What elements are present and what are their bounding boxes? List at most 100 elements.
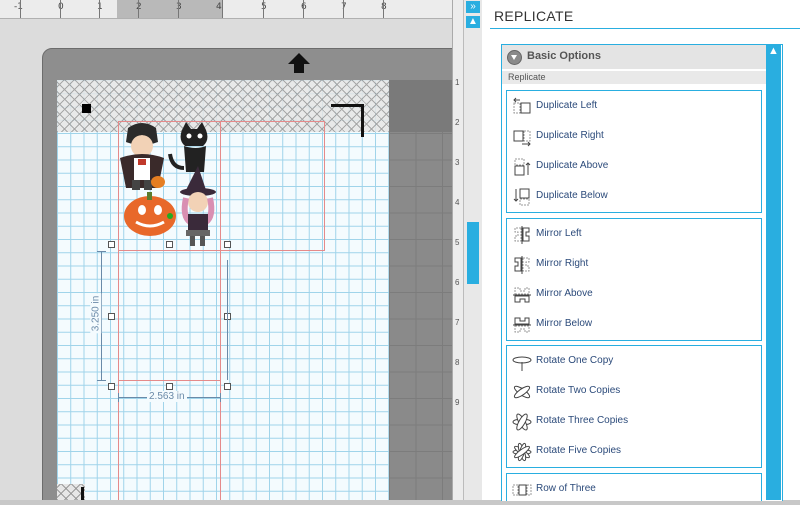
ruler-tick xyxy=(383,0,384,18)
resize-handle[interactable] xyxy=(224,241,231,248)
subsection-header: Replicate xyxy=(502,71,766,84)
rotate-five-copies-button[interactable]: Rotate Five Copies xyxy=(507,437,761,467)
duplicate-left-label: Duplicate Left xyxy=(536,100,598,111)
ruler-tick xyxy=(178,0,179,18)
mirror-above-icon xyxy=(513,287,531,303)
duplicate-right-label: Duplicate Right xyxy=(536,130,604,141)
resize-handle[interactable] xyxy=(108,241,115,248)
ruler-tick xyxy=(99,0,100,18)
ruler-number: 2 xyxy=(455,118,460,127)
row-of-three-label: Row of Three xyxy=(536,483,596,494)
ruler-number: 9 xyxy=(455,398,460,407)
width-dimension-side xyxy=(227,260,228,380)
ruler-number: 8 xyxy=(455,358,460,367)
subsection-title: Replicate xyxy=(508,72,546,82)
pumpkin-icon xyxy=(124,192,176,236)
corner-registration-mark xyxy=(331,104,364,137)
duplicate-left-button[interactable]: Duplicate Left xyxy=(507,92,761,122)
row-group: Row of Three xyxy=(506,473,762,501)
title-divider xyxy=(490,28,800,29)
rotate-one-icon xyxy=(512,356,532,371)
resize-handle[interactable] xyxy=(224,383,231,390)
duplicate-above-icon xyxy=(514,158,531,176)
design-canvas[interactable]: 3.250 in 2.563 in -1 0 1 2 3 4 5 6 7 8 1… xyxy=(0,0,463,500)
witch-icon xyxy=(180,166,216,246)
scroll-up-icon[interactable]: ▲ xyxy=(768,46,779,57)
duplicate-group: Duplicate Left Duplicate Right Duplicate… xyxy=(506,90,762,213)
height-dimension-cap xyxy=(97,251,106,252)
mirror-below-button[interactable]: Mirror Below xyxy=(507,310,761,340)
side-ruler[interactable]: 1 2 3 4 5 6 7 8 9 xyxy=(452,0,463,500)
duplicate-right-button[interactable]: Duplicate Right xyxy=(507,122,761,152)
ruler-number: 4 xyxy=(216,2,222,12)
ruler-number: 7 xyxy=(455,318,460,327)
ruler-tick xyxy=(343,0,344,18)
registration-mark xyxy=(82,104,91,113)
resize-handle[interactable] xyxy=(166,383,173,390)
collapse-chevron-icon[interactable] xyxy=(507,50,522,65)
rotate-one-copy-button[interactable]: Rotate One Copy xyxy=(507,347,761,377)
row-of-three-button[interactable]: Row of Three xyxy=(507,475,761,505)
load-direction-arrow-icon xyxy=(288,53,310,73)
bottom-registration-mark xyxy=(81,487,84,500)
row-of-three-icon xyxy=(512,484,532,496)
ruler-tick xyxy=(222,0,223,18)
panel-scrollbar[interactable]: ▲ xyxy=(766,45,781,500)
height-dimension-cap xyxy=(97,380,106,381)
ruler-number: 4 xyxy=(455,198,460,207)
rotate-two-copies-button[interactable]: Rotate Two Copies xyxy=(507,377,761,407)
height-dimension-label: 3.250 in xyxy=(90,293,102,334)
page-outline xyxy=(118,380,220,381)
duplicate-below-icon xyxy=(513,188,530,206)
duplicate-above-label: Duplicate Above xyxy=(536,160,609,171)
canvas-scroll-thumb[interactable] xyxy=(467,222,479,284)
duplicate-left-icon xyxy=(513,97,531,114)
mirror-right-label: Mirror Right xyxy=(536,258,589,269)
ruler-tick xyxy=(20,0,21,18)
rotate-one-copy-label: Rotate One Copy xyxy=(536,355,614,366)
ruler-tick xyxy=(263,0,264,18)
basic-options-header[interactable]: Basic Options xyxy=(502,45,766,69)
ruler-tick xyxy=(60,0,61,18)
panel-toggle-strip: » ▲ xyxy=(463,0,483,500)
section-title: Basic Options xyxy=(527,50,601,62)
mirror-right-button[interactable]: Mirror Right xyxy=(507,250,761,280)
mirror-left-label: Mirror Left xyxy=(536,228,582,239)
halloween-artwork[interactable] xyxy=(112,118,224,250)
vampire-icon xyxy=(120,123,165,190)
width-dimension-label: 2.563 in xyxy=(147,391,187,402)
ruler-number: 5 xyxy=(455,238,460,247)
mirror-left-icon xyxy=(514,226,530,244)
top-ruler[interactable]: -1 0 1 2 3 4 5 6 7 8 xyxy=(0,0,463,19)
ruler-number: 3 xyxy=(455,158,460,167)
rotate-three-copies-button[interactable]: Rotate Three Copies xyxy=(507,407,761,437)
mirror-above-button[interactable]: Mirror Above xyxy=(507,280,761,310)
rotate-five-icon xyxy=(512,442,532,462)
collapse-panel-button[interactable]: » xyxy=(466,1,480,13)
mirror-below-icon xyxy=(513,317,531,333)
rotate-five-copies-label: Rotate Five Copies xyxy=(536,445,622,456)
width-dimension-cap xyxy=(118,393,119,402)
resize-handle[interactable] xyxy=(108,383,115,390)
mirror-above-label: Mirror Above xyxy=(536,288,593,299)
duplicate-below-label: Duplicate Below xyxy=(536,190,608,201)
mirror-left-button[interactable]: Mirror Left xyxy=(507,220,761,250)
mirror-group: Mirror Left Mirror Right Mirror Above Mi… xyxy=(506,218,762,341)
duplicate-below-button[interactable]: Duplicate Below xyxy=(507,182,761,212)
ruler-tick xyxy=(303,0,304,18)
rotate-two-copies-label: Rotate Two Copies xyxy=(536,385,621,396)
page-outline xyxy=(118,250,324,251)
mirror-below-label: Mirror Below xyxy=(536,318,593,329)
ruler-tick xyxy=(138,0,139,18)
scroll-up-button[interactable]: ▲ xyxy=(466,16,480,28)
ruler-number: 6 xyxy=(455,278,460,287)
rotate-three-copies-label: Rotate Three Copies xyxy=(536,415,629,426)
rotate-three-icon xyxy=(512,413,532,431)
width-dimension-cap xyxy=(220,393,221,402)
duplicate-right-icon xyxy=(513,130,531,147)
panel-title: REPLICATE xyxy=(494,8,574,24)
rotate-two-icon xyxy=(513,385,531,399)
resize-handle[interactable] xyxy=(166,241,173,248)
resize-handle[interactable] xyxy=(108,313,115,320)
duplicate-above-button[interactable]: Duplicate Above xyxy=(507,152,761,182)
